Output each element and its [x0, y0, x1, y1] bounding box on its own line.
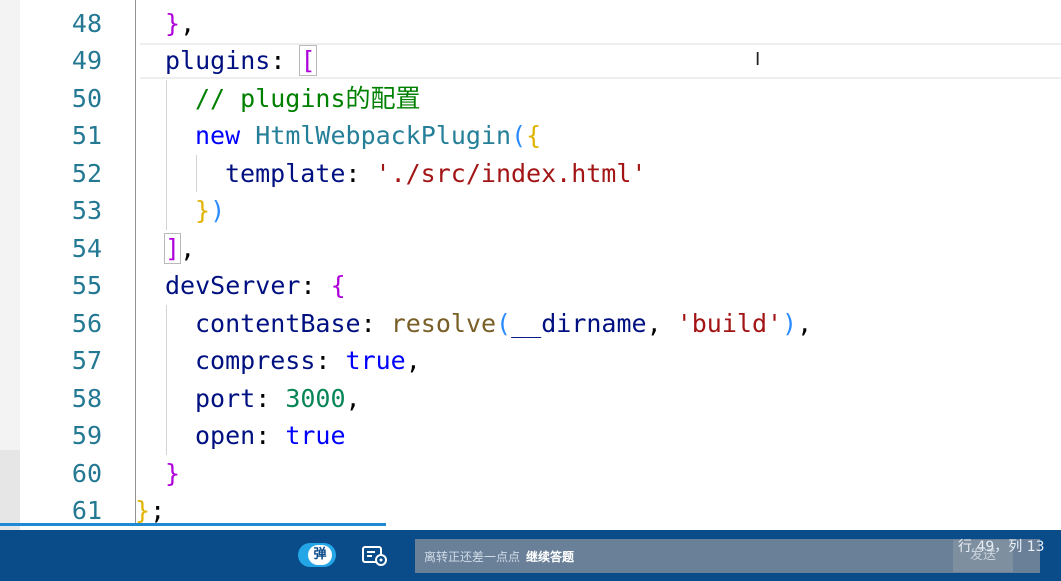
code-line: 59 open: true [20, 417, 1061, 454]
token: ) [210, 196, 226, 225]
code-line: 60 } [20, 455, 1061, 492]
code-text: }, [165, 5, 195, 42]
token: new [195, 121, 256, 150]
code-line: 52 template: './src/index.html' [20, 155, 1061, 192]
token: true [285, 421, 346, 450]
token: } [165, 9, 181, 38]
token: : [345, 159, 376, 188]
token: 3000 [285, 384, 346, 413]
code-text: devServer: { [165, 267, 346, 304]
matched-bracket: ] [163, 233, 182, 264]
line-number: 51 [71, 121, 102, 150]
code-line: 55 devServer: { [20, 267, 1061, 304]
line-number: 49 [71, 46, 102, 75]
cursor-position-status[interactable]: 行 49，列 13 [958, 536, 1045, 556]
token: port [195, 384, 256, 413]
code-text: contentBase: resolve(__dirname, 'build')… [195, 305, 812, 342]
matched-bracket: [ [299, 45, 317, 76]
code-text: open: true [195, 417, 346, 454]
token: ( [511, 121, 527, 150]
text-cursor-icon: I [755, 49, 761, 70]
code-text: plugins: [ [165, 42, 317, 79]
token: , [180, 234, 196, 263]
code-line: 50 // plugins的配置 [20, 80, 1061, 117]
code-text: // plugins的配置 [195, 80, 421, 117]
token: } [195, 196, 211, 225]
token: devServer [165, 271, 301, 300]
line-number: 59 [71, 421, 102, 450]
token: , [646, 309, 677, 338]
token: { [330, 271, 346, 300]
token: ) [782, 309, 798, 338]
line-number: 58 [71, 384, 102, 413]
code-editor[interactable]: 48 }, 49 plugins: [ 50 // plugins的配置 51 … [20, 0, 1061, 530]
danmu-message-prompt[interactable]: 离转正还差一点点 继续答题 [424, 548, 574, 565]
token: template [225, 159, 346, 188]
code-line: 54 ], [20, 230, 1061, 267]
line-number: 52 [71, 159, 102, 188]
code-line: 57 compress: true, [20, 342, 1061, 379]
token: , [797, 309, 813, 338]
token: './src/index.html' [375, 159, 647, 188]
line-number: 54 [71, 234, 102, 263]
token: plugins [165, 46, 271, 75]
token: resolve [390, 309, 497, 338]
token: HtmlWebpackPlugin [255, 121, 512, 150]
token: ( [496, 309, 512, 338]
code-line: 48 }, [20, 5, 1061, 42]
token: } [135, 496, 151, 525]
comment: // plugins的配置 [195, 84, 421, 113]
code-text: port: 3000, [195, 380, 361, 417]
token: } [165, 459, 181, 488]
prompt-text: 离转正还差一点点 [424, 550, 521, 564]
line-number: 55 [71, 271, 102, 300]
code-line: 53 }) [20, 192, 1061, 229]
token: open [195, 421, 256, 450]
code-text: new HtmlWebpackPlugin({ [195, 117, 541, 154]
video-progress-bar[interactable] [0, 523, 386, 526]
code-text: template: './src/index.html' [225, 155, 646, 192]
line-number: 48 [71, 9, 102, 38]
code-text: }) [195, 192, 225, 229]
line-number: 60 [71, 459, 102, 488]
token: { [526, 121, 542, 150]
danmu-settings-icon[interactable] [362, 545, 388, 567]
code-text: } [165, 455, 180, 492]
token: __dirname [511, 309, 647, 338]
danmu-toggle-knob[interactable]: 弹 [308, 545, 332, 565]
code-line: 58 port: 3000, [20, 380, 1061, 417]
token: : [255, 384, 286, 413]
token: , [180, 9, 196, 38]
token: true [345, 346, 406, 375]
token: : [315, 346, 346, 375]
token: : [255, 421, 286, 450]
line-number: 53 [71, 196, 102, 225]
code-line: 51 new HtmlWebpackPlugin({ [20, 117, 1061, 154]
token: : [300, 271, 331, 300]
left-margin-shadow [0, 450, 20, 530]
token: compress [195, 346, 316, 375]
code-text: ], [163, 230, 196, 267]
line-number: 50 [71, 84, 102, 113]
code-line: 49 plugins: [ [20, 42, 1061, 79]
token: , [405, 346, 421, 375]
token: : [360, 309, 391, 338]
token: : [270, 46, 301, 75]
token: contentBase [195, 309, 361, 338]
code-line: 56 contentBase: resolve(__dirname, 'buil… [20, 305, 1061, 342]
token: , [345, 384, 361, 413]
code-text: compress: true, [195, 342, 421, 379]
token: ; [150, 496, 166, 525]
token: 'build' [676, 309, 783, 338]
continue-quiz-link[interactable]: 继续答题 [526, 550, 574, 564]
line-number: 57 [71, 346, 102, 375]
line-number: 56 [71, 309, 102, 338]
